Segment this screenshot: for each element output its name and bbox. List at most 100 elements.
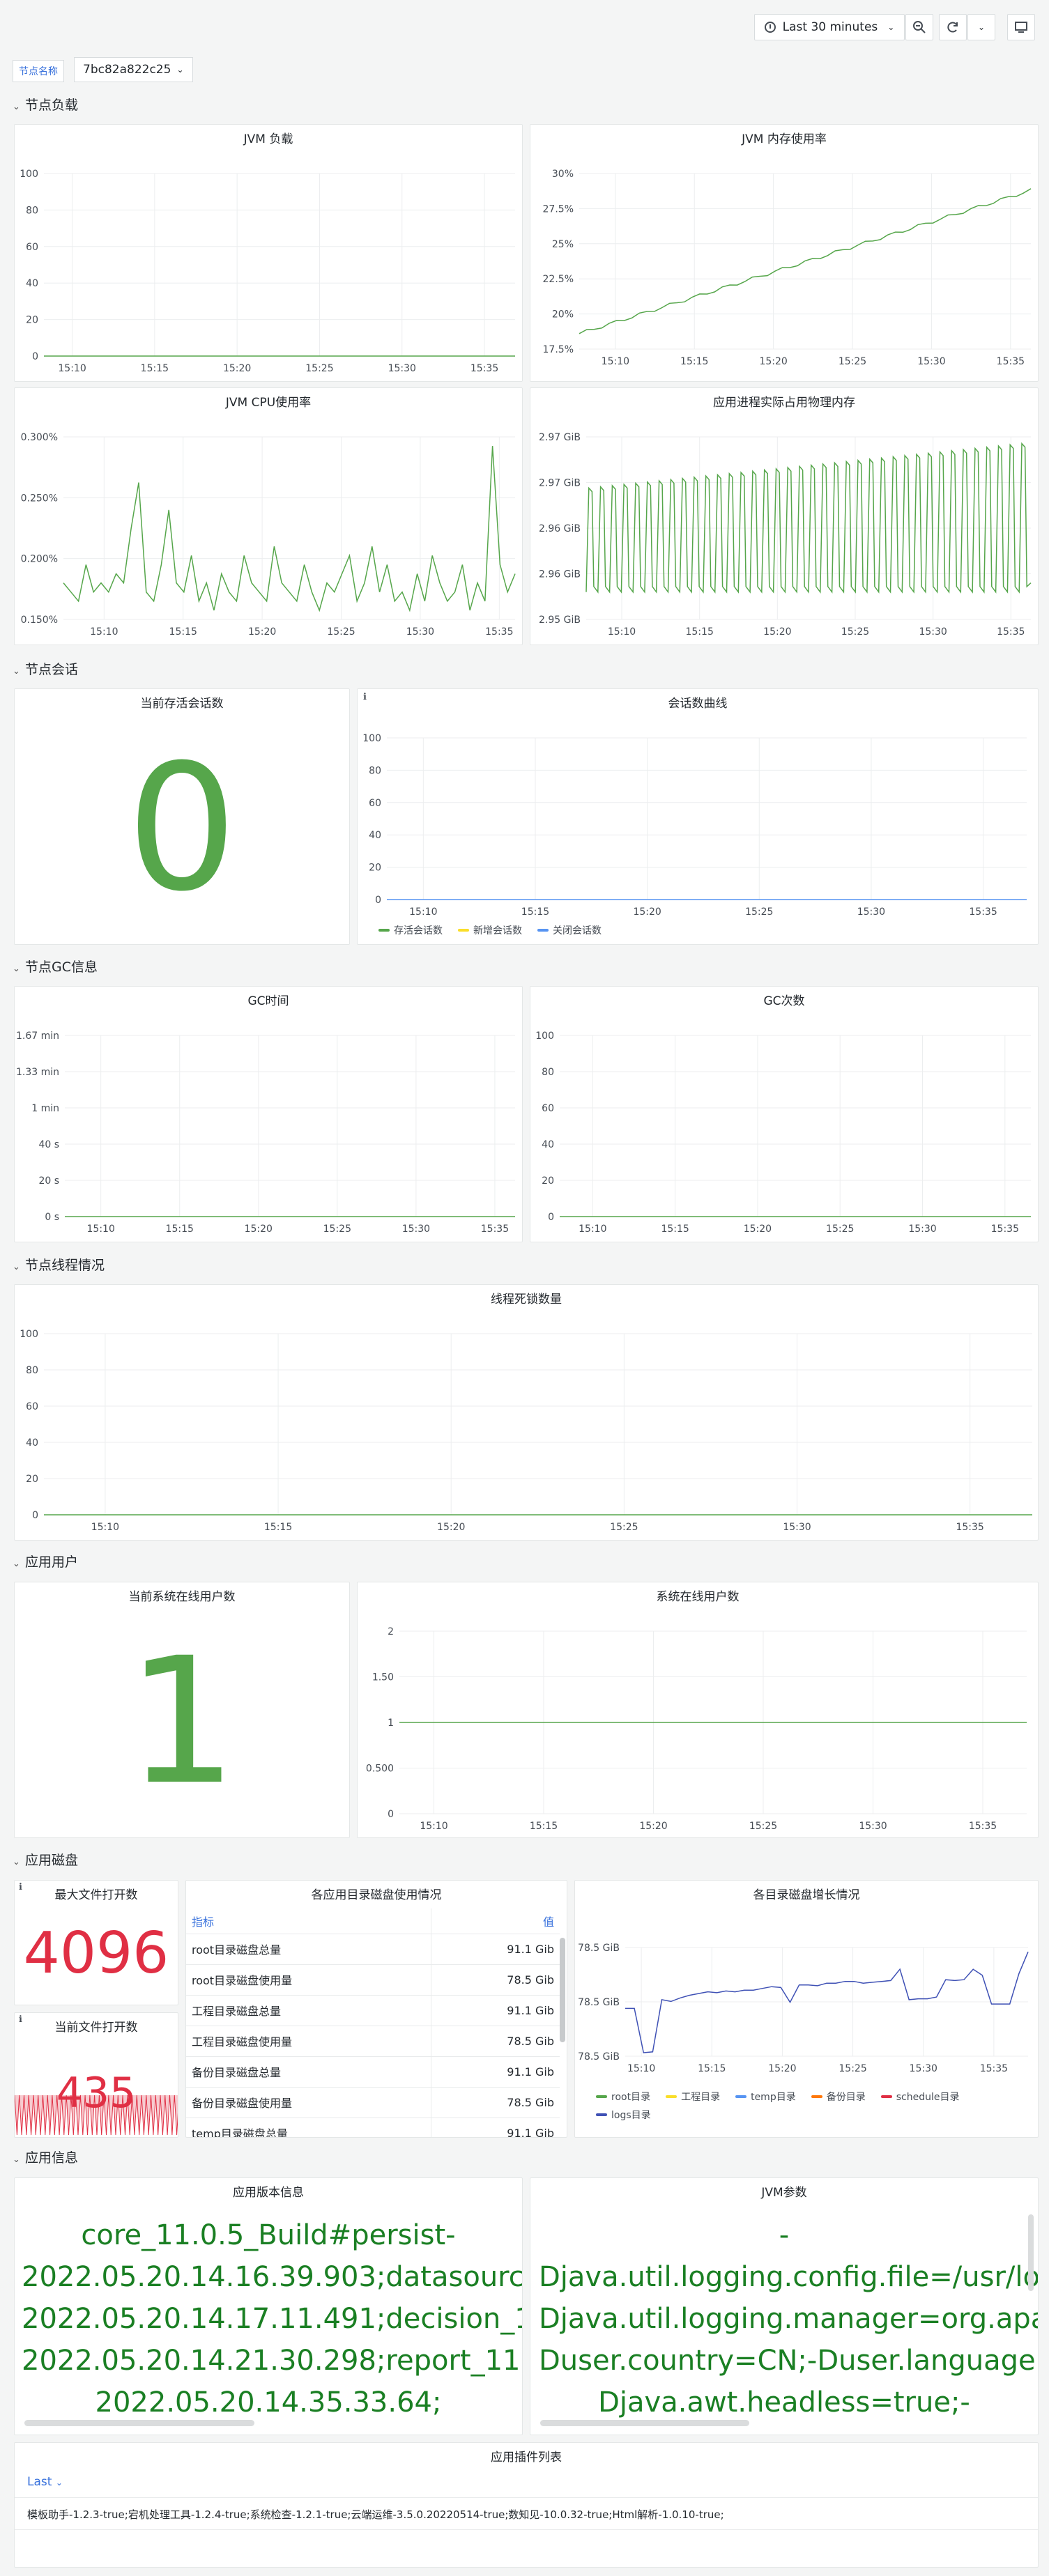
refresh-button[interactable] — [939, 14, 967, 40]
chevron-down-icon: ⌄ — [13, 1559, 20, 1569]
chevron-down-icon: ⌄ — [977, 22, 986, 32]
thread-deadlock-chart: 0 20 40 60 80 100 15:10 15:15 15:20 15:25 15:30 15:… — [20, 1329, 1032, 1533]
panel-jvm-memory: JVM 内存使用率 17.5% 20% 22.5% 25% 27.5% 30% 15:10 1… — [530, 124, 1039, 382]
column-header-value[interactable]: 值 — [431, 1908, 560, 1934]
app-version-line: 2022.05.20.14.17.11.491;decision_11.0 — [22, 2303, 522, 2335]
x-tick-label: 15:30 — [388, 363, 416, 374]
legend-item[interactable]: schedule目录 — [880, 2090, 959, 2104]
y-tick-label: 40 — [26, 278, 38, 289]
legend-item[interactable]: root目录 — [596, 2090, 650, 2104]
y-tick-label: 20 — [542, 1175, 554, 1187]
x-tick-label: 15:30 — [859, 1821, 887, 1832]
legend-item[interactable]: 工程目录 — [666, 2090, 720, 2104]
table-header: 指标 值 — [186, 1908, 560, 1934]
table-row: 备份目录磁盘使用量 78.5 Gib — [186, 2087, 560, 2118]
node-name-select[interactable]: 7bc82a822c25 ⌄ — [74, 57, 193, 82]
chevron-down-icon: ⌄ — [13, 102, 20, 112]
process-memory-chart: 2.95 GiB 2.96 GiB 2.96 GiB 2.97 GiB 2.97 GiB… — [539, 432, 1032, 638]
x-tick-label: 15:20 — [759, 356, 787, 367]
y-tick-label: 40 — [26, 1437, 38, 1449]
x-tick-label: 15:25 — [745, 907, 773, 918]
row-node-thread[interactable]: ⌄ 节点线程情况 — [13, 1255, 105, 1274]
panel-title: 各目录磁盘增长情况 — [753, 1888, 860, 1902]
row-app-disk[interactable]: ⌄ 应用磁盘 — [13, 1850, 78, 1869]
x-tick-label: 15:20 — [744, 1224, 772, 1235]
y-tick-label: 78.5 GiB — [578, 2051, 620, 2062]
jvm-param-line: Djava.util.logging.manager=org.apache. — [539, 2303, 1038, 2335]
table-scrollbar[interactable] — [560, 1938, 565, 2042]
x-tick-label: 15:35 — [470, 363, 498, 374]
jvm-param-line: Duser.country=CN;-Duser.language=zh;- — [539, 2345, 1038, 2377]
time-range-picker[interactable]: Last 30 minutes ⌄ — [754, 14, 905, 40]
disk-growth-legend: root目录 工程目录 temp目录 备份目录 schedule目录 logs目… — [596, 2090, 1028, 2122]
y-tick-label: 40 — [542, 1139, 554, 1150]
column-header-metric[interactable]: 指标 — [186, 1908, 431, 1934]
y-tick-label: 60 — [542, 1103, 554, 1114]
legend-item[interactable]: logs目录 — [596, 2108, 651, 2122]
panel-title: JVM参数 — [761, 2186, 807, 2200]
y-tick-label: 80 — [369, 765, 381, 776]
y-tick-label: 60 — [26, 242, 38, 253]
x-tick-label: 15:30 — [783, 1522, 811, 1533]
x-tick-label: 15:35 — [980, 2063, 1008, 2074]
plugins-text: 模板助手-1.2.3-true;宕机处理工具-1.2.4-true;系统检查-1… — [27, 2508, 724, 2521]
refresh-interval-dropdown[interactable]: ⌄ — [967, 14, 995, 40]
refresh-icon — [947, 22, 958, 33]
series-line — [585, 442, 1032, 594]
panel-title: GC时间 — [247, 994, 289, 1008]
current-open-files-value: 435 — [56, 2069, 137, 2118]
y-tick-label: 1.50 — [372, 1672, 394, 1683]
row-node-gc[interactable]: ⌄ 节点GC信息 — [13, 957, 98, 975]
legend-item[interactable]: 关闭会话数 — [537, 923, 602, 937]
panel-jvm-params: JVM参数 - Djava.util.logging.config.file=/… — [530, 2177, 1039, 2435]
x-tick-label: 15:15 — [680, 356, 708, 367]
zoom-out-button[interactable] — [905, 14, 933, 40]
y-tick-label: 80 — [26, 1365, 38, 1376]
x-tick-label: 15:20 — [223, 363, 251, 374]
x-tick-label: 15:30 — [857, 907, 885, 918]
y-tick-label: 0 — [548, 1212, 554, 1223]
legend-item[interactable]: 新增会话数 — [458, 923, 522, 937]
legend-item[interactable]: 存活会话数 — [378, 923, 443, 937]
y-tick-label: 1 — [388, 1718, 394, 1729]
x-tick-label: 15:30 — [919, 626, 947, 638]
panel-app-plugins: 应用插件列表 Last ⌄ 模板助手-1.2.3-true;宕机处理工具-1.2… — [14, 2442, 1039, 2568]
y-tick-label: 17.5% — [543, 344, 574, 355]
x-tick-label: 15:30 — [406, 626, 434, 638]
panel-session-curve: 会话数曲线 ℹ 0 20 40 60 80 100 15:10 15:15 15:20 15:25… — [357, 688, 1039, 945]
x-tick-label: 15:15 — [698, 2063, 726, 2074]
x-tick-label: 15:25 — [841, 626, 869, 638]
vertical-scrollbar[interactable] — [1028, 2214, 1034, 2291]
legend-item[interactable]: 备份目录 — [811, 2090, 866, 2104]
x-tick-label: 15:20 — [245, 1224, 273, 1235]
gc-time-chart: 0 s 20 s 40 s 1 min 1.33 min 1.67 min 15:10 15:… — [16, 1031, 515, 1235]
table-row: temp目录磁盘总量 91.1 Gib — [186, 2118, 560, 2137]
y-tick-label: 0 — [375, 895, 381, 906]
y-tick-label: 22.5% — [543, 274, 574, 285]
online-users-chart: 0 0.500 1 1.50 2 15:10 15:15 15:20 15:25 15:30 15:… — [366, 1626, 1027, 1832]
y-tick-label: 2.96 GiB — [539, 523, 581, 534]
y-tick-label: 40 s — [38, 1139, 59, 1150]
y-tick-label: 2.97 GiB — [539, 432, 581, 443]
app-version-line: core_11.0.5_Build#persist- — [81, 2219, 456, 2251]
horizontal-scrollbar[interactable] — [24, 2420, 254, 2426]
info-icon[interactable]: ℹ — [363, 692, 367, 702]
y-tick-label: 80 — [542, 1067, 554, 1078]
table-row: 工程目录磁盘总量 91.1 Gib — [186, 1995, 560, 2026]
reduce-mode-select[interactable]: Last ⌄ — [27, 2475, 63, 2489]
x-tick-label: 15:30 — [908, 1224, 936, 1235]
horizontal-scrollbar[interactable] — [540, 2420, 749, 2426]
row-node-load[interactable]: ⌄ 节点负载 — [13, 95, 78, 114]
panel-title: 各应用目录磁盘使用情况 — [311, 1888, 442, 1902]
x-tick-label: 15:15 — [686, 626, 714, 638]
row-app-info[interactable]: ⌄ 应用信息 — [13, 2147, 78, 2166]
panel-title: 当前系统在线用户数 — [128, 1590, 236, 1604]
row-node-session[interactable]: ⌄ 节点会话 — [13, 659, 78, 678]
x-tick-label: 15:35 — [997, 626, 1025, 638]
tv-mode-button[interactable] — [1007, 14, 1035, 40]
app-version-line: 2022.05.20.14.35.33.64; — [95, 2386, 442, 2419]
jvm-cpu-chart: 0.150% 0.200% 0.250% 0.300% 15:10 15:15 15:20 1… — [21, 432, 516, 638]
zoom-out-icon — [913, 21, 926, 33]
legend-item[interactable]: temp目录 — [735, 2090, 796, 2104]
row-app-user[interactable]: ⌄ 应用用户 — [13, 1552, 78, 1571]
